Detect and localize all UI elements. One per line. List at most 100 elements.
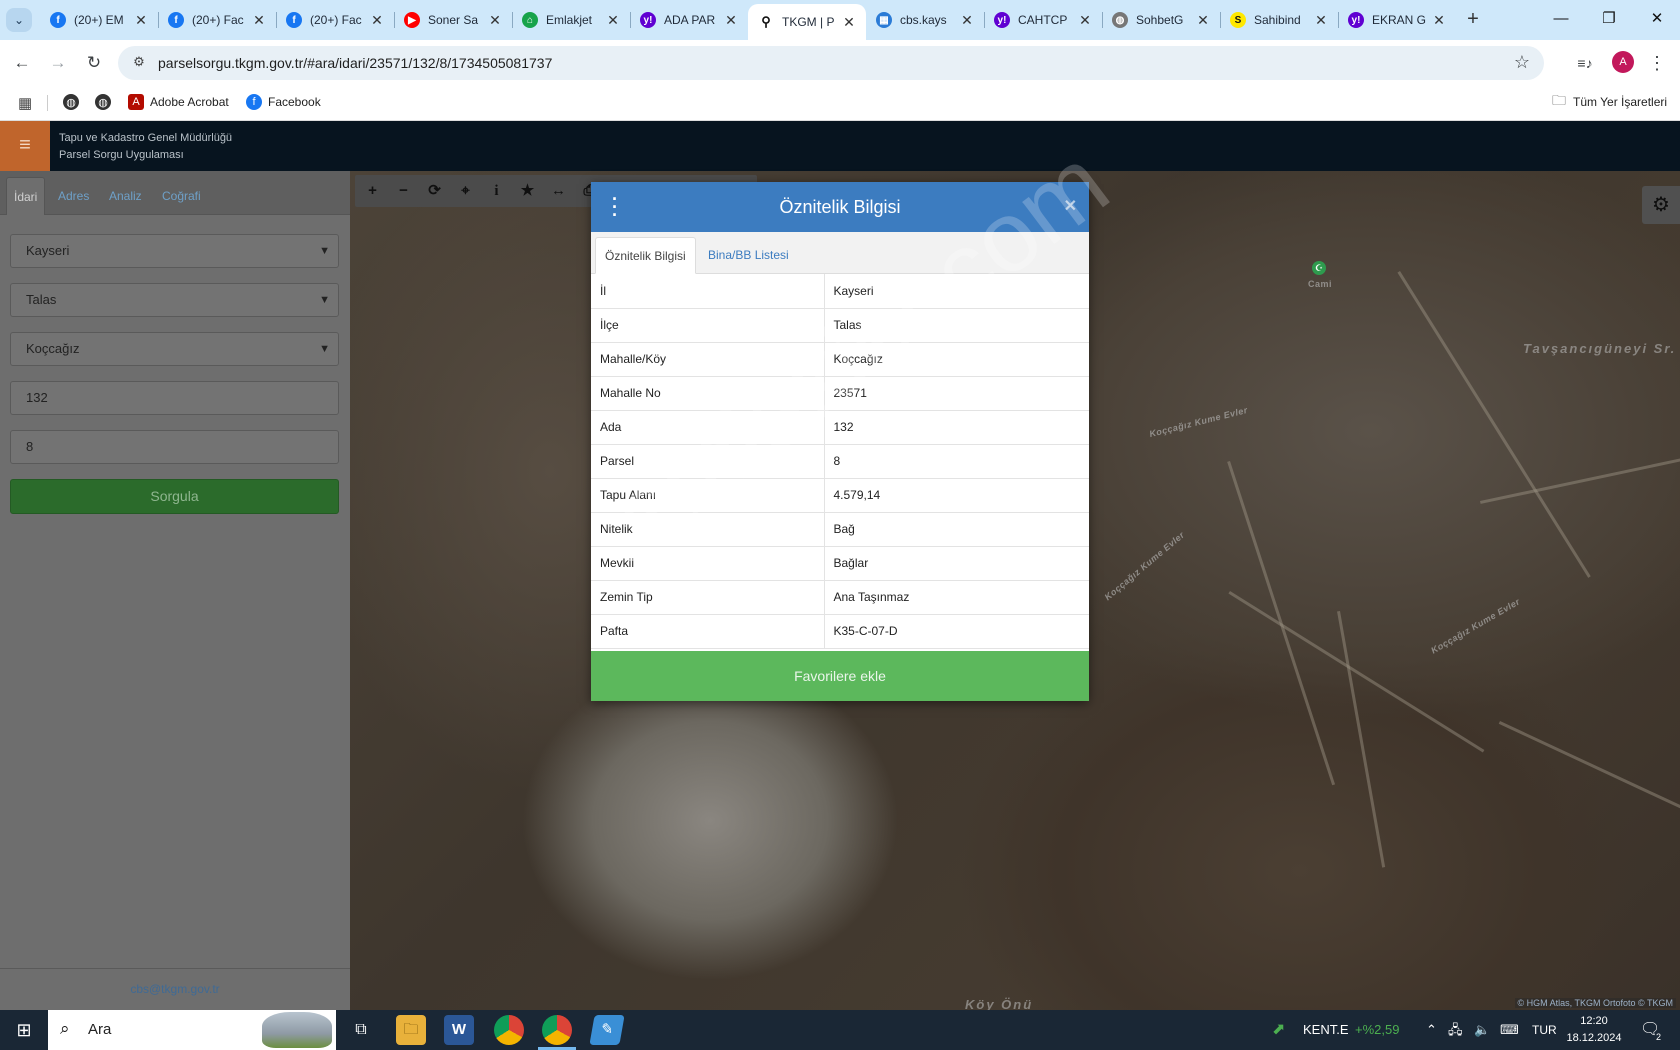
table-row: Mahalle/Köy Koçcağız <box>591 342 1089 377</box>
windows-start-icon[interactable]: ⊞ <box>0 1010 48 1050</box>
back-icon[interactable]: ← <box>7 48 37 78</box>
stock-name[interactable]: KENT.E <box>1303 1010 1349 1050</box>
tab-close-icon[interactable]: ✕ <box>960 12 974 29</box>
refresh-icon[interactable]: ⟳ <box>419 175 450 207</box>
table-row: Pafta K35-C-07-D <box>591 614 1089 649</box>
tray-chevron-icon[interactable]: ⌃ <box>1426 1010 1437 1050</box>
mahalle-select[interactable]: Koçcağız ▼ <box>10 332 339 366</box>
tab-close-icon[interactable]: ✕ <box>842 14 856 31</box>
ada-input[interactable]: 132 <box>10 381 339 415</box>
tab-close-icon[interactable]: ✕ <box>1078 12 1092 29</box>
tab-close-icon[interactable]: ✕ <box>1432 12 1446 29</box>
tab-analiz[interactable]: Analiz <box>102 177 149 215</box>
tab-title: Sahibind <box>1254 13 1301 27</box>
tab-search-dropdown[interactable]: ⌄ <box>6 8 32 32</box>
globe-icon: ◍ <box>63 94 79 110</box>
tab-bina-bb-listesi[interactable]: Bina/BB Listesi <box>699 237 798 274</box>
media-control-icon[interactable]: ≡♪ <box>1570 48 1600 78</box>
menu-kebab-icon[interactable]: ⋮ <box>1642 48 1672 78</box>
browser-tab[interactable]: f (20+) EM ✕ <box>40 4 158 36</box>
bookmark-facebook[interactable]: f Facebook <box>246 94 321 110</box>
forward-icon[interactable]: → <box>43 48 73 78</box>
address-bar[interactable]: ⚙ parselsorgu.tkgm.gov.tr/#ara/idari/235… <box>118 46 1544 80</box>
table-row: Tapu Alanı 4.579,14 <box>591 478 1089 513</box>
attribute-value: 8 <box>824 444 1089 479</box>
tab-cografi[interactable]: Coğrafi <box>155 177 208 215</box>
browser-tab[interactable]: ⌂ Emlakjet ✕ <box>512 4 630 36</box>
browser-tab[interactable]: S Sahibind ✕ <box>1220 4 1338 36</box>
facebook-icon: f <box>286 12 302 28</box>
taskbar-clock[interactable]: 12:20 18.12.2024 <box>1566 1013 1622 1047</box>
site-info-icon[interactable]: ⚙ <box>130 54 148 72</box>
browser-tab-strip: ⌄ f (20+) EM ✕ f (20+) Fac ✕ f (20+) Fac ✕ ▶ Soner… <box>0 0 1680 40</box>
notepad-icon[interactable]: ✎ <box>589 1015 625 1045</box>
browser-tab[interactable]: ▦ cbs.kays ✕ <box>866 4 984 36</box>
tab-close-icon[interactable]: ✕ <box>134 12 148 29</box>
browser-tab[interactable]: f (20+) Fac ✕ <box>276 4 394 36</box>
browser-tab[interactable]: ◍ SohbetG ✕ <box>1102 4 1220 36</box>
zoom-in-icon[interactable]: + <box>357 175 388 207</box>
add-to-favorites-button[interactable]: Favorilere ekle <box>591 651 1089 701</box>
bookmark-star-icon[interactable]: ☆ <box>1514 52 1530 73</box>
attribute-value: 132 <box>824 410 1089 445</box>
taskbar-search-box[interactable]: ⌕ Ara <box>48 1010 336 1050</box>
browser-tab[interactable]: f (20+) Fac ✕ <box>158 4 276 36</box>
settings-gear-icon[interactable]: ⚙ <box>1642 186 1680 224</box>
notification-icon[interactable]: 🗨 <box>1640 1010 1660 1050</box>
locate-icon[interactable]: ⌖ <box>450 175 481 207</box>
tab-close-icon[interactable]: ✕ <box>1196 12 1210 29</box>
il-select[interactable]: Kayseri ▼ <box>10 234 339 268</box>
browser-tab[interactable]: y! EKRAN G ✕ <box>1338 4 1456 36</box>
task-view-icon[interactable]: ⧉ <box>346 1015 376 1045</box>
measure-icon[interactable]: ↔ <box>543 175 574 207</box>
all-bookmarks-folder[interactable]: 🗀 Tüm Yer İşaretleri <box>1551 92 1667 110</box>
attribute-table: İl Kayseri İlçe Talas Mahalle/Köy Koçcağız Mah… <box>591 274 1089 649</box>
star-icon[interactable]: ★ <box>512 175 543 207</box>
browser-tab[interactable]: y! ADA PAR ✕ <box>630 4 748 36</box>
sorgula-button[interactable]: Sorgula <box>10 479 339 514</box>
contact-email-link[interactable]: cbs@tkgm.gov.tr <box>0 968 350 1010</box>
chrome-icon[interactable] <box>494 1015 524 1045</box>
app-title-line2: Parsel Sorgu Uygulaması <box>59 149 184 161</box>
chrome-profile-icon[interactable] <box>542 1015 572 1045</box>
ilce-select[interactable]: Talas ▼ <box>10 283 339 317</box>
volume-icon[interactable]: 🔈 <box>1474 1010 1490 1050</box>
tab-title: ADA PAR <box>664 13 716 27</box>
bookmark-adobe-acrobat[interactable]: A Adobe Acrobat <box>128 94 229 110</box>
restore-button[interactable]: ❐ <box>1586 0 1632 40</box>
parsel-input[interactable]: 8 <box>10 430 339 464</box>
tab-oznitelik-bilgisi[interactable]: Öznitelik Bilgisi <box>595 237 696 274</box>
keyboard-icon[interactable]: ⌨ <box>1500 1010 1519 1050</box>
file-explorer-icon[interactable]: 🗀 <box>396 1015 426 1045</box>
reload-icon[interactable]: ↻ <box>79 48 109 78</box>
bookmark-globe-2[interactable]: ◍ <box>95 94 117 110</box>
language-indicator[interactable]: TUR <box>1532 1010 1557 1050</box>
tab-idari[interactable]: İdari <box>6 177 46 215</box>
minimize-button[interactable]: — <box>1538 0 1584 40</box>
browser-tab[interactable]: ⚲ TKGM | P ✕ <box>748 4 866 40</box>
browser-tab[interactable]: y! CAHTCP ✕ <box>984 4 1102 36</box>
profile-avatar[interactable]: A <box>1612 51 1634 73</box>
new-tab-button[interactable]: + <box>1459 6 1487 34</box>
tab-adres[interactable]: Adres <box>51 177 96 215</box>
word-icon[interactable]: W <box>444 1015 474 1045</box>
bookmark-globe-1[interactable]: ◍ <box>63 94 85 110</box>
browser-toolbar: ← → ↻ ⚙ parselsorgu.tkgm.gov.tr/#ara/ida… <box>0 40 1680 85</box>
tab-close-icon[interactable]: ✕ <box>488 12 502 29</box>
hamburger-menu-icon[interactable]: ≡ <box>0 121 50 171</box>
network-icon[interactable]: 🖧 <box>1448 1010 1463 1050</box>
tab-close-icon[interactable]: ✕ <box>1314 12 1328 29</box>
info-icon[interactable]: i <box>481 175 512 207</box>
bookmarks-bar: ▦ ◍ ◍ A Adobe Acrobat f Facebook 🗀 Tüm Yer … <box>0 85 1680 121</box>
tab-close-icon[interactable]: ✕ <box>252 12 266 29</box>
tab-close-icon[interactable]: ✕ <box>370 12 384 29</box>
tab-title: Soner Sa <box>428 13 479 27</box>
close-icon[interactable]: ✕ <box>1064 196 1077 216</box>
tab-close-icon[interactable]: ✕ <box>606 12 620 29</box>
tab-close-icon[interactable]: ✕ <box>724 12 738 29</box>
browser-tab[interactable]: ▶ Soner Sa ✕ <box>394 4 512 36</box>
close-window-button[interactable]: ✕ <box>1634 0 1680 40</box>
apps-grid-icon[interactable]: ▦ <box>18 94 32 112</box>
zoom-out-icon[interactable]: − <box>388 175 419 207</box>
map-road <box>1337 611 1386 868</box>
